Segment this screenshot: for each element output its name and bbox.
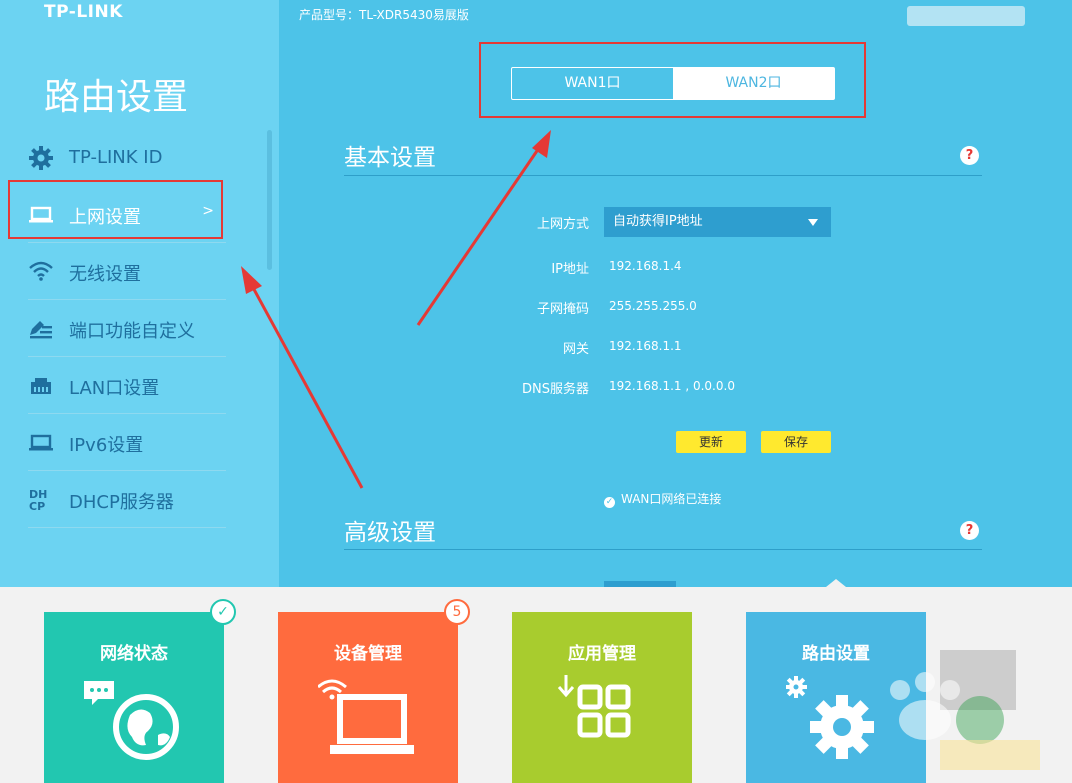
- wifi-laptop-icon: [318, 679, 414, 754]
- tile-label: 路由设置: [802, 644, 870, 664]
- help-icon[interactable]: ?: [960, 146, 979, 165]
- lan-icon: [31, 378, 51, 394]
- model-label: 产品型号：TL-XDR5430易展版: [299, 8, 469, 22]
- gear-icon: [29, 146, 53, 170]
- connection-type-value: 自动获得IP地址: [613, 214, 703, 229]
- divider: [344, 175, 982, 176]
- tile-network-status[interactable]: 网络状态 ✓: [44, 599, 236, 783]
- save-button[interactable]: 保存: [761, 431, 831, 453]
- truncated-control: [604, 581, 676, 587]
- laptop-icon: [29, 434, 53, 451]
- tile-label: 应用管理: [568, 644, 636, 664]
- sidebar-scrollbar[interactable]: [267, 130, 272, 270]
- main-panel: 产品型号：TL-XDR5430易展版 WAN1口 WAN2口 基本设置 ? 上网…: [279, 0, 1072, 587]
- mask-label: 子网掩码: [536, 302, 589, 317]
- highlight-box-wan-tabs: [479, 42, 866, 118]
- sidebar-title: 路由设置: [44, 77, 189, 118]
- tile-label: 设备管理: [334, 644, 402, 664]
- wifi-icon: [29, 261, 53, 281]
- sidebar: TP-LINK 路由设置 TP-LINK ID 上网设置 > 无线设置 端口功能…: [0, 0, 279, 587]
- refresh-button[interactable]: 更新: [676, 431, 746, 453]
- ip-label: IP地址: [551, 262, 589, 277]
- wan-status: ✓ WAN口网络已连接: [604, 490, 721, 508]
- section-title-advanced: 高级设置: [344, 520, 436, 546]
- tile-label: 网络状态: [100, 644, 168, 664]
- sidebar-item-tplink-id[interactable]: TP-LINK ID: [28, 130, 226, 186]
- active-tile-pointer: [826, 579, 846, 587]
- sidebar-item-ipv6[interactable]: IPv6设置: [28, 414, 226, 471]
- count-badge: 5: [444, 599, 470, 625]
- sidebar-item-wireless[interactable]: 无线设置: [28, 243, 226, 300]
- sidebar-item-label: 无线设置: [69, 264, 141, 285]
- connection-type-label: 上网方式: [536, 217, 589, 232]
- mask-value: 255.255.255.0: [609, 299, 697, 313]
- highlight-box-internet: [8, 180, 223, 239]
- wan-status-text: WAN口网络已连接: [621, 492, 722, 506]
- blurred-region: [907, 6, 1025, 26]
- sidebar-item-dhcp[interactable]: DH CP DHCP服务器: [28, 471, 226, 528]
- connection-type-select[interactable]: 自动获得IP地址: [604, 207, 831, 237]
- watermark-icon: [890, 672, 1040, 770]
- sidebar-item-label: DHCP服务器: [69, 492, 174, 513]
- sidebar-item-lan[interactable]: LAN口设置: [28, 357, 226, 414]
- dns-value: 192.168.1.1 , 0.0.0.0: [609, 379, 735, 393]
- section-title-basic: 基本设置: [344, 145, 436, 171]
- svg-text:CP: CP: [29, 500, 45, 512]
- sidebar-item-label: TP-LINK ID: [69, 147, 163, 168]
- divider: [344, 549, 982, 550]
- edit-list-icon: [30, 321, 52, 339]
- help-icon[interactable]: ?: [960, 521, 979, 540]
- app-grid-icon: [557, 675, 631, 738]
- dropdown-caret-icon: [808, 219, 818, 226]
- sidebar-item-label: 端口功能自定义: [69, 321, 195, 342]
- globe-chat-icon: [84, 681, 179, 760]
- check-circle-icon: ✓: [604, 497, 615, 508]
- dhcp-icon: DH CP: [29, 488, 47, 512]
- gateway-label: 网关: [562, 342, 589, 357]
- sidebar-item-port-custom[interactable]: 端口功能自定义: [28, 300, 226, 357]
- dns-label: DNS服务器: [522, 382, 589, 397]
- sidebar-item-label: LAN口设置: [69, 378, 160, 399]
- tile-app-management[interactable]: 应用管理: [512, 612, 692, 783]
- brand-logo: TP-LINK: [44, 2, 123, 22]
- tile-device-management[interactable]: 设备管理 5: [278, 599, 470, 783]
- check-badge-icon: ✓: [210, 599, 236, 625]
- sidebar-item-label: IPv6设置: [69, 435, 144, 456]
- ip-value: 192.168.1.4: [609, 259, 682, 273]
- gateway-value: 192.168.1.1: [609, 339, 682, 353]
